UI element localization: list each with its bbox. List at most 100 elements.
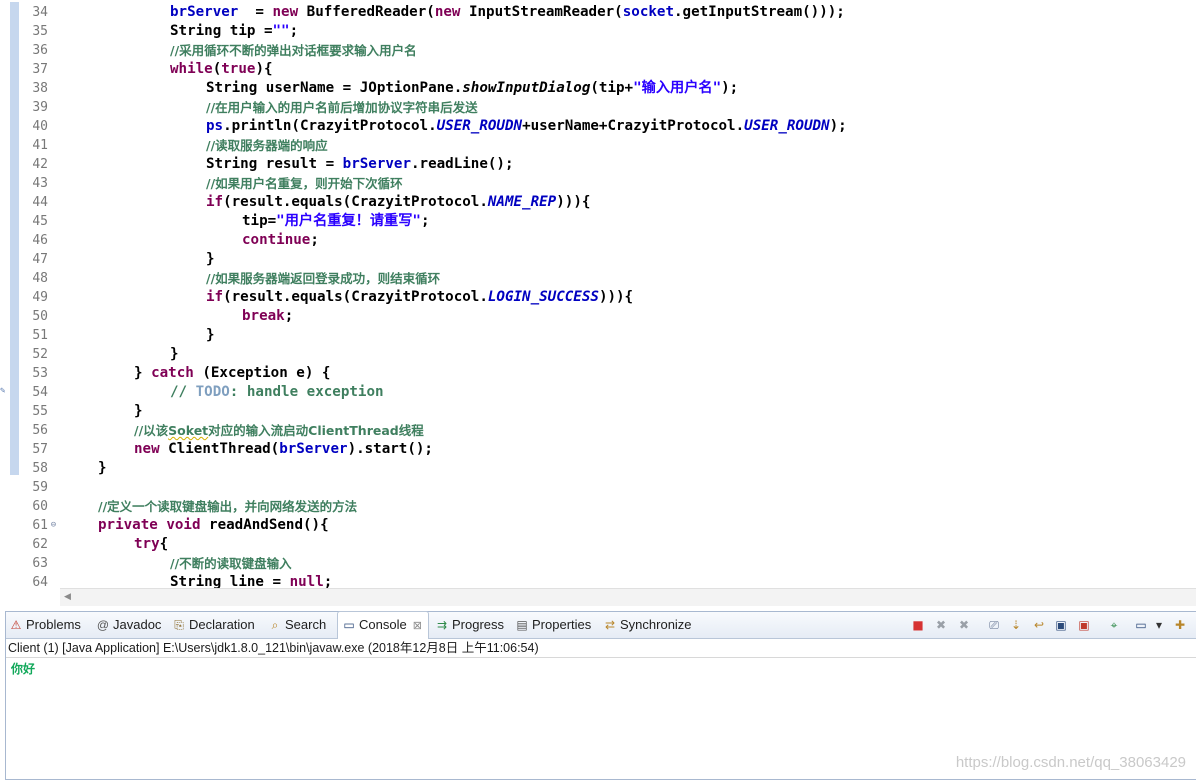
code-token: }: [206, 327, 215, 343]
horizontal-scrollbar[interactable]: ◀: [60, 588, 1196, 606]
word-wrap-icon[interactable]: ↩: [1031, 617, 1047, 633]
tab-declaration[interactable]: ⎘ Declaration: [172, 612, 255, 638]
code-token: //以该: [134, 423, 169, 438]
tab-javadoc[interactable]: @ Javadoc: [96, 612, 162, 638]
open-console-icon[interactable]: ✚: [1172, 617, 1188, 633]
code-token: (Exception e) {: [193, 365, 331, 381]
code-line[interactable]: //如果用户名重复，则开始下次循环: [206, 174, 403, 193]
overview-ruler: ✎: [0, 0, 8, 588]
tab-label: Javadoc: [113, 617, 162, 632]
line-number: 63: [32, 556, 48, 571]
tab-label: Declaration: [189, 617, 255, 632]
tab-console[interactable]: ▭ Console ⊠: [337, 611, 429, 639]
terminate-icon[interactable]: ■: [910, 617, 926, 633]
line-number: 38: [32, 81, 48, 96]
remove-launch-icon[interactable]: ✖: [933, 617, 949, 633]
tab-search[interactable]: ⌕ Search: [268, 612, 327, 638]
code-line[interactable]: //读取服务器端的响应: [206, 136, 328, 155]
show-stdout-icon[interactable]: ▣: [1053, 617, 1069, 633]
pin-console-icon[interactable]: ⌖: [1106, 617, 1122, 633]
code-line[interactable]: }: [170, 345, 179, 364]
code-line[interactable]: //如果服务器端返回登录成功，则结束循环: [206, 269, 440, 288]
code-line[interactable]: new ClientThread(brServer).start();: [134, 440, 433, 459]
line-number: 37: [32, 62, 48, 77]
display-console-icon[interactable]: ▭: [1133, 617, 1149, 633]
code-token: socket: [622, 4, 674, 20]
code-token: brServer: [170, 4, 239, 20]
progress-icon: ⇉: [436, 618, 448, 632]
fold-collapse-icon[interactable]: ⊖: [49, 521, 58, 530]
code-line[interactable]: brServer = new BufferedReader(new InputS…: [170, 3, 845, 22]
change-marker: [10, 2, 19, 475]
code-line[interactable]: if(result.equals(CrazyitProtocol.NAME_RE…: [206, 193, 590, 212]
search-icon: ⌕: [271, 618, 279, 632]
tab-problems[interactable]: ⚠ Problems: [9, 612, 81, 638]
code-line[interactable]: private void readAndSend(){: [98, 516, 329, 535]
code-token: while: [170, 61, 213, 77]
synchronize-icon: ⇄: [604, 618, 616, 632]
code-line[interactable]: String line = null;: [170, 573, 332, 588]
code-line[interactable]: //以该Soket对应的输入流启动ClientThread线程: [134, 421, 424, 440]
remove-all-icon[interactable]: ✖: [956, 617, 972, 633]
code-line[interactable]: } catch (Exception e) {: [134, 364, 330, 383]
console-output[interactable]: 你好: [11, 660, 35, 677]
code-line[interactable]: //采用循环不断的弹出对话框要求输入用户名: [170, 41, 417, 60]
code-line[interactable]: String tip ="";: [170, 22, 298, 41]
line-number: 46: [32, 233, 48, 248]
code-line[interactable]: if(result.equals(CrazyitProtocol.LOGIN_S…: [206, 288, 633, 307]
task-marker-icon[interactable]: ✎: [0, 387, 9, 396]
code-line[interactable]: ps.println(CrazyitProtocol.USER_ROUDN+us…: [206, 117, 847, 136]
code-line[interactable]: }: [98, 459, 107, 478]
tab-label: Synchronize: [620, 617, 692, 632]
line-number: 40: [32, 119, 48, 134]
code-line[interactable]: }: [206, 250, 215, 269]
tab-properties[interactable]: ▤ Properties: [515, 612, 591, 638]
code-token: private: [98, 517, 158, 533]
code-line[interactable]: //在用户输入的用户名前后增加协议字符串后发送: [206, 98, 478, 117]
line-number: 62: [32, 537, 48, 552]
divider: [6, 657, 1196, 658]
clear-console-icon[interactable]: ⎚: [986, 617, 1002, 633]
code-line[interactable]: break;: [242, 307, 293, 326]
code-token: ;: [284, 308, 294, 324]
dropdown-chevron-icon[interactable]: ▾: [1151, 617, 1167, 633]
line-number: 57: [32, 442, 48, 457]
scroll-left-icon[interactable]: ◀: [64, 592, 71, 602]
code-token: }: [134, 365, 152, 381]
code-editor[interactable]: ✎ 34 35 36 37 38 39 40 41 42 43 44 45 46 47 48 49 50 51 52…: [0, 0, 1196, 588]
code-token: ;: [323, 574, 333, 588]
code-line[interactable]: }: [134, 402, 143, 421]
code-line[interactable]: String userName = JOptionPane.showInputD…: [206, 79, 738, 98]
code-line[interactable]: }: [206, 326, 215, 345]
watermark: https://blog.csdn.net/qq_38063429: [955, 754, 1186, 771]
code-line[interactable]: while(true){: [170, 60, 273, 79]
code-line[interactable]: continue;: [242, 231, 319, 250]
code-token: ClientThread(: [159, 441, 280, 457]
tab-label: Problems: [26, 617, 81, 632]
code-area[interactable]: brServer = new BufferedReader(new InputS…: [60, 0, 1196, 588]
code-token: ){: [255, 61, 273, 77]
line-number: 53: [32, 366, 48, 381]
declaration-icon: ⎘: [174, 618, 184, 632]
code-line[interactable]: //定义一个读取键盘输出，并向网络发送的方法: [98, 497, 357, 516]
code-line[interactable]: try{: [134, 535, 168, 554]
code-line[interactable]: // TODO: handle exception: [170, 383, 384, 402]
scroll-lock-icon[interactable]: ⇣: [1008, 617, 1024, 633]
code-token: new: [272, 4, 299, 20]
code-token: if: [206, 194, 224, 210]
code-token: 对应的输入流启动ClientThread线程: [208, 423, 424, 438]
code-token: (result.equals(CrazyitProtocol.: [223, 289, 488, 305]
code-line[interactable]: tip="用户名重复！请重写";: [242, 212, 430, 231]
code-token: );: [829, 118, 847, 134]
code-line[interactable]: //不断的读取键盘输入: [170, 554, 292, 573]
code-token: BufferedReader(: [298, 4, 435, 20]
show-stderr-icon[interactable]: ▣: [1076, 617, 1092, 633]
close-tab-icon[interactable]: ⊠: [413, 620, 422, 632]
tab-progress[interactable]: ⇉ Progress: [435, 612, 504, 638]
tab-synchronize[interactable]: ⇄ Synchronize: [603, 612, 692, 638]
code-token: ))){: [556, 194, 591, 210]
code-token: USER_ROUDN: [436, 118, 523, 134]
code-token: //如果服务器端返回登录成功，则结束循环: [206, 271, 441, 286]
code-line[interactable]: String result = brServer.readLine();: [206, 155, 514, 174]
code-token: =: [238, 4, 273, 20]
